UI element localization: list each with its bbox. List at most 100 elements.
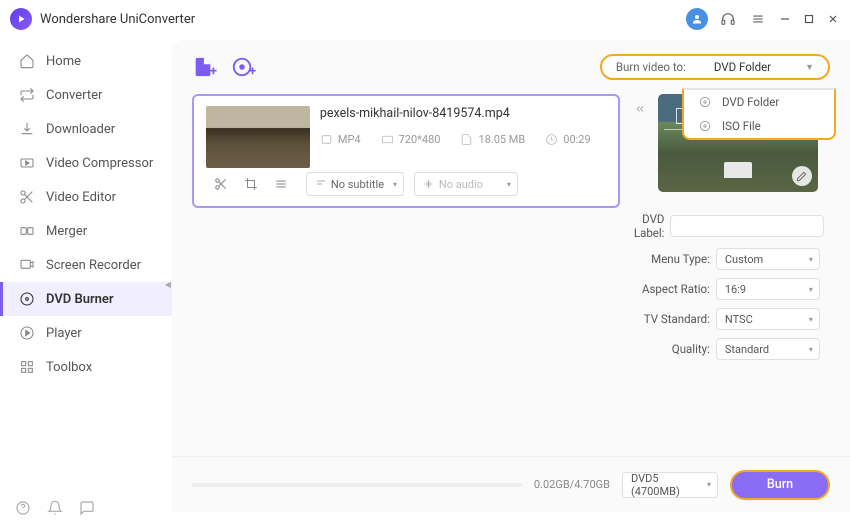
chevron-down-icon: ▼ (805, 62, 814, 73)
dvd-label-input[interactable] (670, 215, 824, 237)
tv-standard-label: TV Standard: (634, 312, 710, 326)
sidebar-item-label: Player (46, 326, 82, 341)
audio-icon (423, 178, 435, 190)
quality-label: Quality: (634, 342, 710, 356)
notifications-button[interactable] (46, 499, 64, 517)
menu-type-select[interactable]: Custom (716, 248, 820, 270)
menu-type-label: Menu Type: (634, 252, 710, 266)
scissors-icon (18, 188, 36, 206)
trim-button[interactable] (206, 172, 236, 196)
converter-icon (18, 86, 36, 104)
download-icon (18, 120, 36, 138)
burn-target-dropdown: DVD Folder ISO File (682, 88, 836, 140)
sidebar-item-player[interactable]: Player (0, 316, 172, 350)
aspect-ratio-select[interactable]: 16:9 (716, 278, 820, 300)
quality-select[interactable]: Standard (716, 338, 820, 360)
add-file-button[interactable]: + (192, 56, 217, 79)
video-thumbnail (206, 106, 310, 168)
burn-button[interactable]: Burn (730, 470, 830, 500)
file-meta: MP4 720*480 18.05 MB 00:29 (320, 133, 606, 146)
menu-icon[interactable] (748, 9, 768, 29)
minimize-button[interactable] (778, 12, 792, 26)
sidebar-item-merger[interactable]: Merger (0, 214, 172, 248)
file-resolution: 720*480 (399, 133, 441, 146)
sidebar-item-label: DVD Burner (46, 292, 114, 307)
recorder-icon (18, 256, 36, 274)
add-disc-button[interactable]: + (231, 56, 256, 79)
sidebar-item-label: Screen Recorder (46, 258, 141, 273)
effects-button[interactable] (266, 172, 296, 196)
sidebar-item-label: Home (46, 54, 81, 69)
sidebar-item-toolbox[interactable]: Toolbox (0, 350, 172, 384)
sidebar-collapse-handle[interactable]: ◀ (163, 276, 173, 292)
sidebar-item-downloader[interactable]: Downloader (0, 112, 172, 146)
sidebar: Home Converter Downloader Video Compress… (0, 38, 172, 512)
crop-button[interactable] (236, 172, 266, 196)
maximize-button[interactable] (802, 12, 816, 26)
burn-target-option-folder[interactable]: DVD Folder (684, 90, 834, 114)
sidebar-item-label: Video Editor (46, 190, 116, 205)
tv-standard-value: NTSC (725, 313, 753, 326)
app-title: Wondershare UniConverter (40, 12, 195, 27)
headphones-icon[interactable] (718, 9, 738, 29)
template-edit-button[interactable] (792, 166, 812, 186)
user-badge[interactable] (686, 8, 708, 30)
right-panel: HAPPY HOLIDAY DVD Label: Menu Type:Custo… (634, 94, 820, 448)
disc-icon (18, 290, 36, 308)
menu-type-value: Custom (725, 253, 763, 266)
sidebar-item-dvdburner[interactable]: DVD Burner (0, 282, 172, 316)
disc-type-select[interactable]: DVD5 (4700MB) (622, 472, 718, 498)
burn-target-value: DVD Folder (714, 60, 771, 74)
help-button[interactable] (14, 499, 32, 517)
toolbox-icon (18, 358, 36, 376)
resolution-icon (381, 133, 394, 146)
aspect-ratio-label: Aspect Ratio: (634, 282, 710, 296)
merger-icon (18, 222, 36, 240)
toolbar: + + Burn video to: DVD Folder ▼ DVD Fold… (172, 40, 850, 90)
home-icon (18, 52, 36, 70)
audio-select[interactable]: No audio (414, 172, 518, 196)
close-button[interactable] (826, 12, 840, 26)
dvd-label-label: DVD Label: (634, 212, 665, 240)
burn-target-select[interactable]: Burn video to: DVD Folder ▼ (600, 54, 830, 80)
sidebar-item-editor[interactable]: Video Editor (0, 180, 172, 214)
burn-target-option-iso[interactable]: ISO File (684, 114, 834, 138)
sidebar-item-home[interactable]: Home (0, 44, 172, 78)
subtitle-select[interactable]: No subtitle (306, 172, 404, 196)
file-card[interactable]: pexels-mikhail-nilov-8419574.mp4 MP4 720… (192, 94, 620, 208)
option-label: ISO File (722, 119, 761, 133)
sidebar-item-label: Downloader (46, 122, 115, 137)
play-icon (18, 324, 36, 342)
sidebar-item-compressor[interactable]: Video Compressor (0, 146, 172, 180)
burn-label: Burn (767, 477, 793, 492)
clock-icon (545, 133, 558, 146)
file-name: pexels-mikhail-nilov-8419574.mp4 (320, 106, 606, 121)
subtitle-value: No subtitle (331, 178, 384, 191)
file-format: MP4 (338, 133, 361, 146)
burn-target-label: Burn video to: (616, 60, 686, 74)
file-size: 18.05 MB (478, 133, 525, 146)
footer: 0.02GB/4.70GB DVD5 (4700MB) Burn (172, 456, 850, 512)
size-icon (460, 133, 473, 146)
option-label: DVD Folder (722, 95, 779, 109)
sidebar-item-label: Converter (46, 88, 102, 103)
template-prev-button[interactable] (634, 94, 652, 119)
tv-standard-select[interactable]: NTSC (716, 308, 820, 330)
titlebar: Wondershare UniConverter (0, 0, 850, 38)
sidebar-item-label: Video Compressor (46, 156, 153, 171)
file-duration: 00:29 (563, 133, 590, 146)
subtitle-icon (315, 178, 327, 190)
aspect-ratio-value: 16:9 (725, 283, 746, 296)
compressor-icon (18, 154, 36, 172)
progress-text: 0.02GB/4.70GB (534, 478, 610, 491)
disc-value: DVD5 (4700MB) (631, 472, 699, 498)
folder-icon (698, 95, 712, 109)
sidebar-item-recorder[interactable]: Screen Recorder (0, 248, 172, 282)
quality-value: Standard (725, 343, 769, 356)
sidebar-item-converter[interactable]: Converter (0, 78, 172, 112)
feedback-button[interactable] (78, 499, 96, 517)
audio-value: No audio (439, 178, 483, 191)
sidebar-item-label: Toolbox (46, 360, 92, 375)
app-logo (10, 8, 32, 30)
format-icon (320, 133, 333, 146)
